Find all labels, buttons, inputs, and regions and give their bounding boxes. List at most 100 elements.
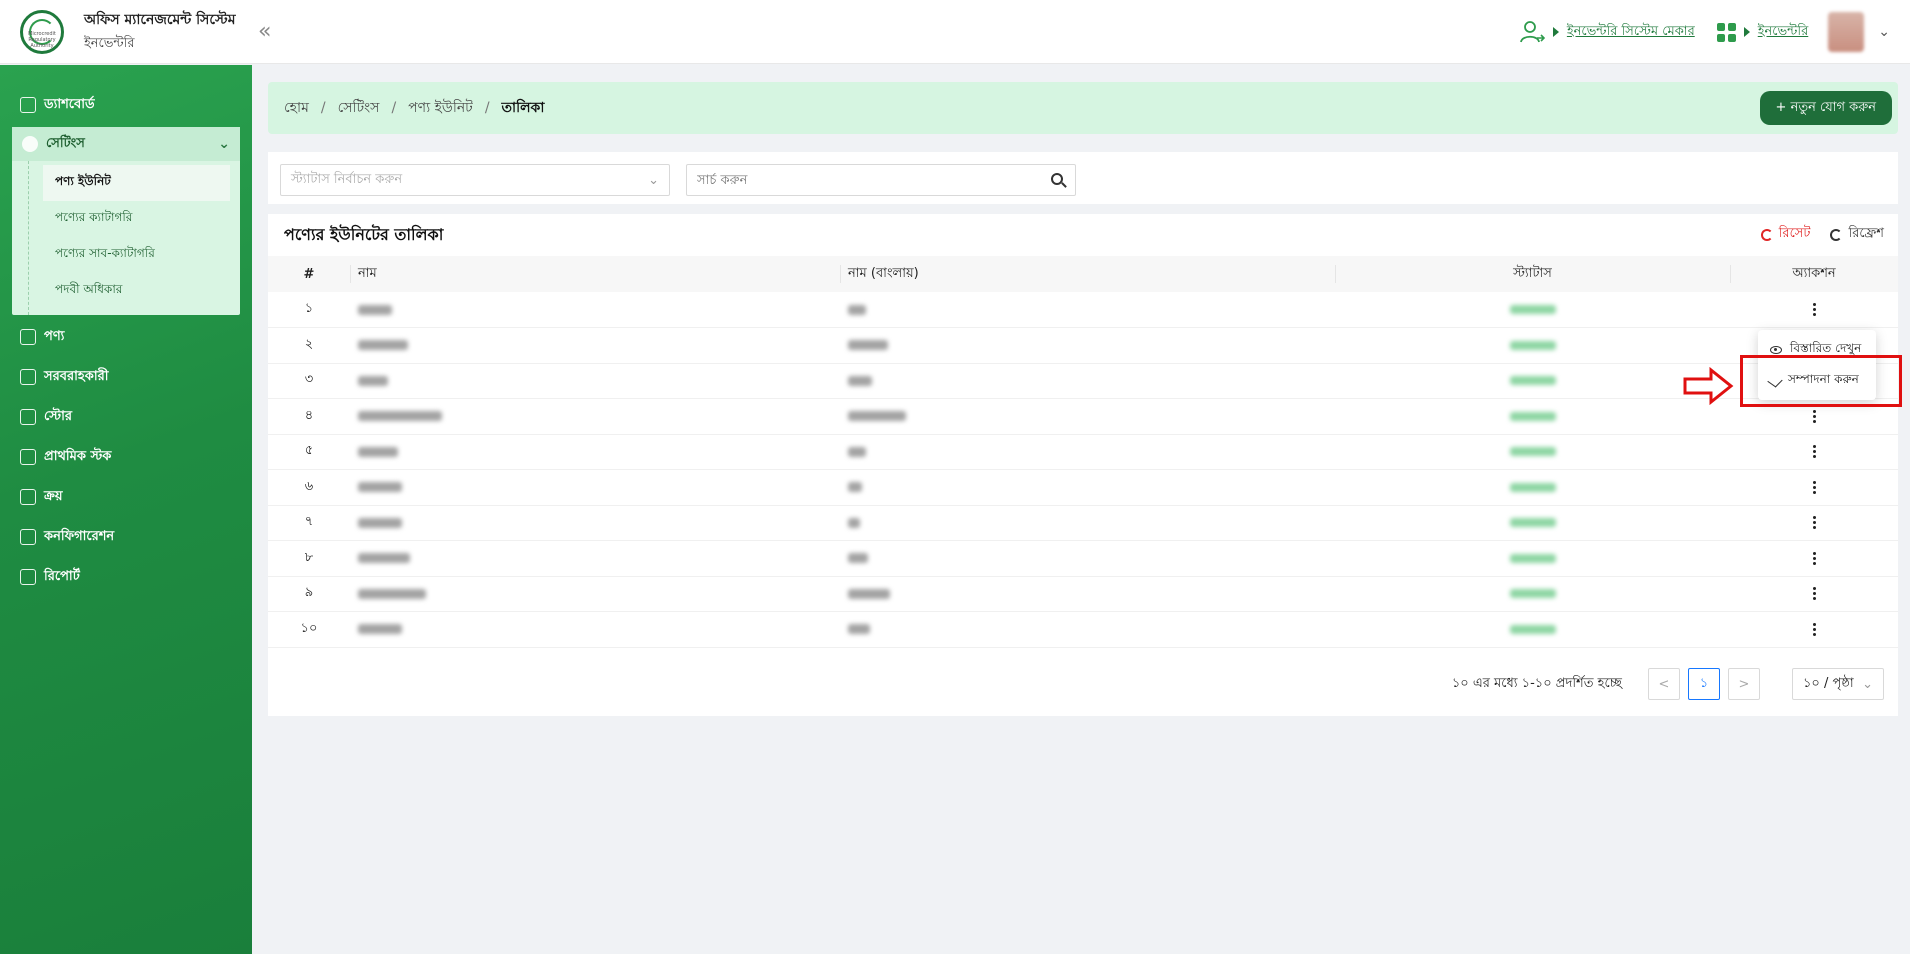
sidebar-item-label: প্রাথমিক স্টক xyxy=(44,448,112,464)
blurred-status-badge xyxy=(1509,340,1556,350)
submenu-item-product-category[interactable]: পণ্যের ক্যাটাগরি xyxy=(43,201,240,237)
row-action xyxy=(1730,292,1898,328)
breadcrumb-separator: / xyxy=(391,100,397,116)
sidebar-item-store[interactable]: স্টোর xyxy=(0,397,252,437)
apps-icon[interactable] xyxy=(1716,22,1736,42)
filter-panel: স্ট্যাটাস নির্বাচন করুন ⌄ xyxy=(268,152,1898,204)
search-field[interactable] xyxy=(686,164,1076,196)
row-action xyxy=(1730,434,1898,470)
more-actions-icon[interactable] xyxy=(1812,480,1816,494)
row-name-bangla xyxy=(840,541,1335,577)
row-status xyxy=(1335,399,1730,435)
row-name xyxy=(350,363,840,399)
more-actions-icon[interactable] xyxy=(1812,445,1816,459)
sidebar-item-label: স্টোর xyxy=(44,408,72,424)
sidebar-item-supplier[interactable]: সরবরাহকারী xyxy=(0,357,252,397)
page-size-value: ১০ / পৃষ্ঠা xyxy=(1803,675,1854,691)
blurred-status-badge xyxy=(1509,589,1556,599)
sidebar-item-product[interactable]: পণ্য xyxy=(0,317,252,357)
row-index: ৩ xyxy=(304,372,314,388)
submenu-item-product-unit[interactable]: পণ্য ইউনিট xyxy=(43,165,230,201)
sidebar-item-label: সরবরাহকারী xyxy=(44,368,109,384)
table-row: ৩ xyxy=(268,363,1898,399)
sidebar-item-label: কনফিগারেশন xyxy=(44,528,115,544)
sidebar-item-report[interactable]: রিপোর্ট xyxy=(0,557,252,597)
refresh-icon xyxy=(1830,228,1843,241)
pagination: ১০ এর মধ্যে ১-১০ প্রদর্শিত হচ্ছে < ১ > ১… xyxy=(1452,668,1884,700)
table-row: ৮ xyxy=(268,541,1898,577)
refresh-button[interactable]: রিফ্রেশ xyxy=(1830,224,1884,245)
page-size-select[interactable]: ১০ / পৃষ্ঠা ⌄ xyxy=(1792,668,1884,700)
breadcrumb: হোম / সেটিংস / পণ্য ইউনিট / তালিকা + নতু… xyxy=(268,82,1898,134)
sidebar-item-configuration[interactable]: কনফিগারেশন xyxy=(0,517,252,557)
reset-button[interactable]: রিসেট xyxy=(1760,224,1811,245)
row-action xyxy=(1730,470,1898,506)
sidebar-item-initial-stock[interactable]: প্রাথমিক স্টক xyxy=(0,437,252,477)
top-header: Microcredit Regulatory Authority অফিস ম্… xyxy=(0,0,1910,64)
column-header-name-bangla: নাম (বাংলায়) xyxy=(840,256,1335,292)
blurred-status-badge xyxy=(1509,447,1556,457)
avatar[interactable] xyxy=(1828,12,1865,52)
row-index: ৮ xyxy=(304,549,314,565)
reset-icon xyxy=(1760,228,1773,241)
reset-label: রিসেট xyxy=(1778,226,1811,241)
row-name xyxy=(350,434,840,470)
table-row: ৫ xyxy=(268,434,1898,470)
caret-right-icon xyxy=(1552,27,1559,37)
more-actions-icon[interactable] xyxy=(1812,587,1816,601)
pagination-info: ১০ এর মধ্যে ১-১০ প্রদর্শিত হচ্ছে xyxy=(1451,675,1622,691)
user-switch-icon[interactable] xyxy=(1519,20,1545,44)
more-actions-icon[interactable] xyxy=(1812,303,1816,316)
column-header-status: স্ট্যাটাস xyxy=(1335,256,1730,292)
sidebar-item-label: সেটিংস xyxy=(46,135,85,151)
logo: Microcredit Regulatory Authority xyxy=(20,9,64,54)
chevron-down-icon: ⌄ xyxy=(648,172,659,188)
page-button-1[interactable]: ১ xyxy=(1688,668,1720,700)
logo-text: Microcredit Regulatory Authority xyxy=(28,30,56,49)
blurred-status-badge xyxy=(1509,518,1556,528)
sidebar-item-dashboard[interactable]: ড্যাশবোর্ড xyxy=(0,85,252,125)
row-status xyxy=(1335,612,1730,648)
next-page-button[interactable]: > xyxy=(1728,668,1760,700)
status-select[interactable]: স্ট্যাটাস নির্বাচন করুন ⌄ xyxy=(280,164,670,196)
prev-page-button[interactable]: < xyxy=(1648,668,1680,700)
add-new-button[interactable]: + নতুন যোগ করুন xyxy=(1759,91,1892,125)
blurred-name-bangla xyxy=(848,588,890,599)
sliders-icon xyxy=(20,529,36,545)
breadcrumb-product-unit[interactable]: পণ্য ইউনিট xyxy=(408,96,473,120)
more-actions-icon[interactable] xyxy=(1812,551,1816,565)
blurred-status-badge xyxy=(1509,376,1556,386)
blurred-name-bangla xyxy=(848,340,888,351)
row-name-bangla xyxy=(840,612,1335,648)
chevron-down-icon[interactable]: ⌄ xyxy=(1878,24,1890,40)
inventory-link[interactable]: ইনভেন্টরি xyxy=(1758,22,1809,43)
row-name-bangla xyxy=(840,399,1335,435)
more-actions-icon[interactable] xyxy=(1812,622,1816,636)
table-row: ৯ xyxy=(268,576,1898,612)
table-title: পণ্যের ইউনিটের তালিকা xyxy=(284,225,444,244)
annotation-arrow-icon xyxy=(1683,367,1734,405)
blurred-status-badge xyxy=(1509,482,1556,492)
inventory-system-maker-link[interactable]: ইনভেন্টরি সিস্টেম মেকার xyxy=(1567,22,1695,43)
blurred-name-bangla xyxy=(848,624,870,635)
sidebar-item-label: পণ্য xyxy=(44,328,65,344)
blurred-name-bangla xyxy=(848,375,872,386)
blurred-name xyxy=(358,588,426,599)
breadcrumb-settings[interactable]: সেটিংস xyxy=(338,96,380,120)
sidebar-item-purchase[interactable]: ক্রয় xyxy=(0,477,252,517)
blurred-name xyxy=(358,517,402,528)
refresh-label: রিফ্রেশ xyxy=(1848,226,1884,241)
table-row: ৭ xyxy=(268,505,1898,541)
more-actions-icon[interactable] xyxy=(1812,409,1816,423)
breadcrumb-home[interactable]: হোম xyxy=(284,96,309,120)
collapse-sidebar-button[interactable]: « xyxy=(258,19,271,44)
submenu-item-product-subcategory[interactable]: পণ্যের সাব-ক্যাটাগরি xyxy=(43,237,240,273)
blurred-name xyxy=(358,375,388,386)
row-name-bangla xyxy=(840,470,1335,506)
sidebar-item-settings[interactable]: সেটিংস ⌄ xyxy=(12,127,240,161)
submenu-item-designation-rights[interactable]: পদবী অধিকার xyxy=(43,273,240,309)
table-row: ২ xyxy=(268,328,1898,363)
search-icon[interactable] xyxy=(1051,173,1063,185)
more-actions-icon[interactable] xyxy=(1812,516,1816,530)
search-input[interactable] xyxy=(697,172,1037,188)
